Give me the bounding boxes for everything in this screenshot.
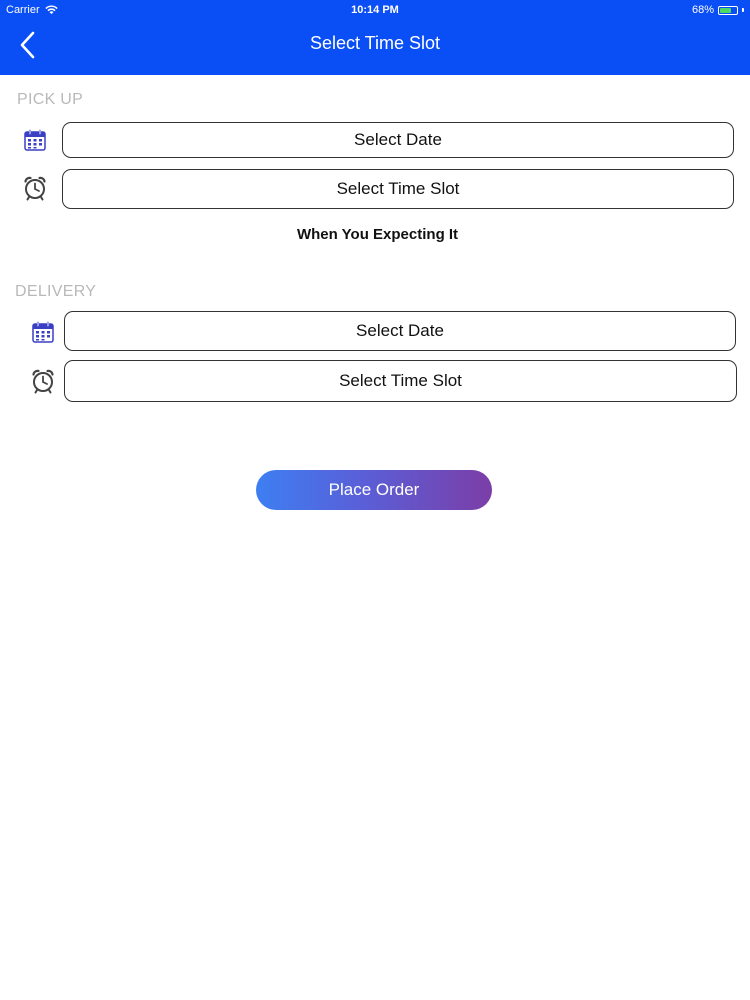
pickup-time-placeholder: Select Time Slot: [336, 179, 460, 198]
calendar-icon: [21, 126, 49, 154]
alarm-clock-icon: [21, 174, 49, 202]
pickup-time-slot-field[interactable]: Select Time Slot: [62, 169, 734, 209]
navigation-bar: Carrier 10:14 PM 68% Select Time Slot: [0, 0, 750, 75]
delivery-section-label: DELIVERY: [15, 283, 97, 300]
pickup-date-field[interactable]: Select Date: [62, 122, 734, 158]
status-bar: Carrier 10:14 PM 68%: [0, 0, 750, 20]
battery-tip: [742, 8, 744, 12]
calendar-icon: [29, 318, 57, 346]
alarm-clock-icon: [29, 367, 57, 395]
battery-icon: [718, 5, 738, 15]
battery-indicator: 68%: [692, 4, 744, 16]
delivery-time-slot-field[interactable]: Select Time Slot: [64, 360, 737, 402]
pickup-section-label: PICK UP: [17, 91, 84, 108]
delivery-time-placeholder: Select Time Slot: [339, 371, 462, 390]
pickup-date-placeholder: Select Date: [354, 130, 442, 149]
page-title: Select Time Slot: [309, 33, 441, 53]
pickup-hint-text: When You Expecting It: [296, 226, 459, 243]
battery-percent: 68%: [691, 4, 714, 16]
status-time: 10:14 PM: [351, 4, 399, 16]
delivery-date-placeholder: Select Date: [356, 321, 444, 340]
delivery-date-field[interactable]: Select Date: [64, 311, 736, 351]
place-order-button[interactable]: Place Order: [256, 470, 492, 510]
